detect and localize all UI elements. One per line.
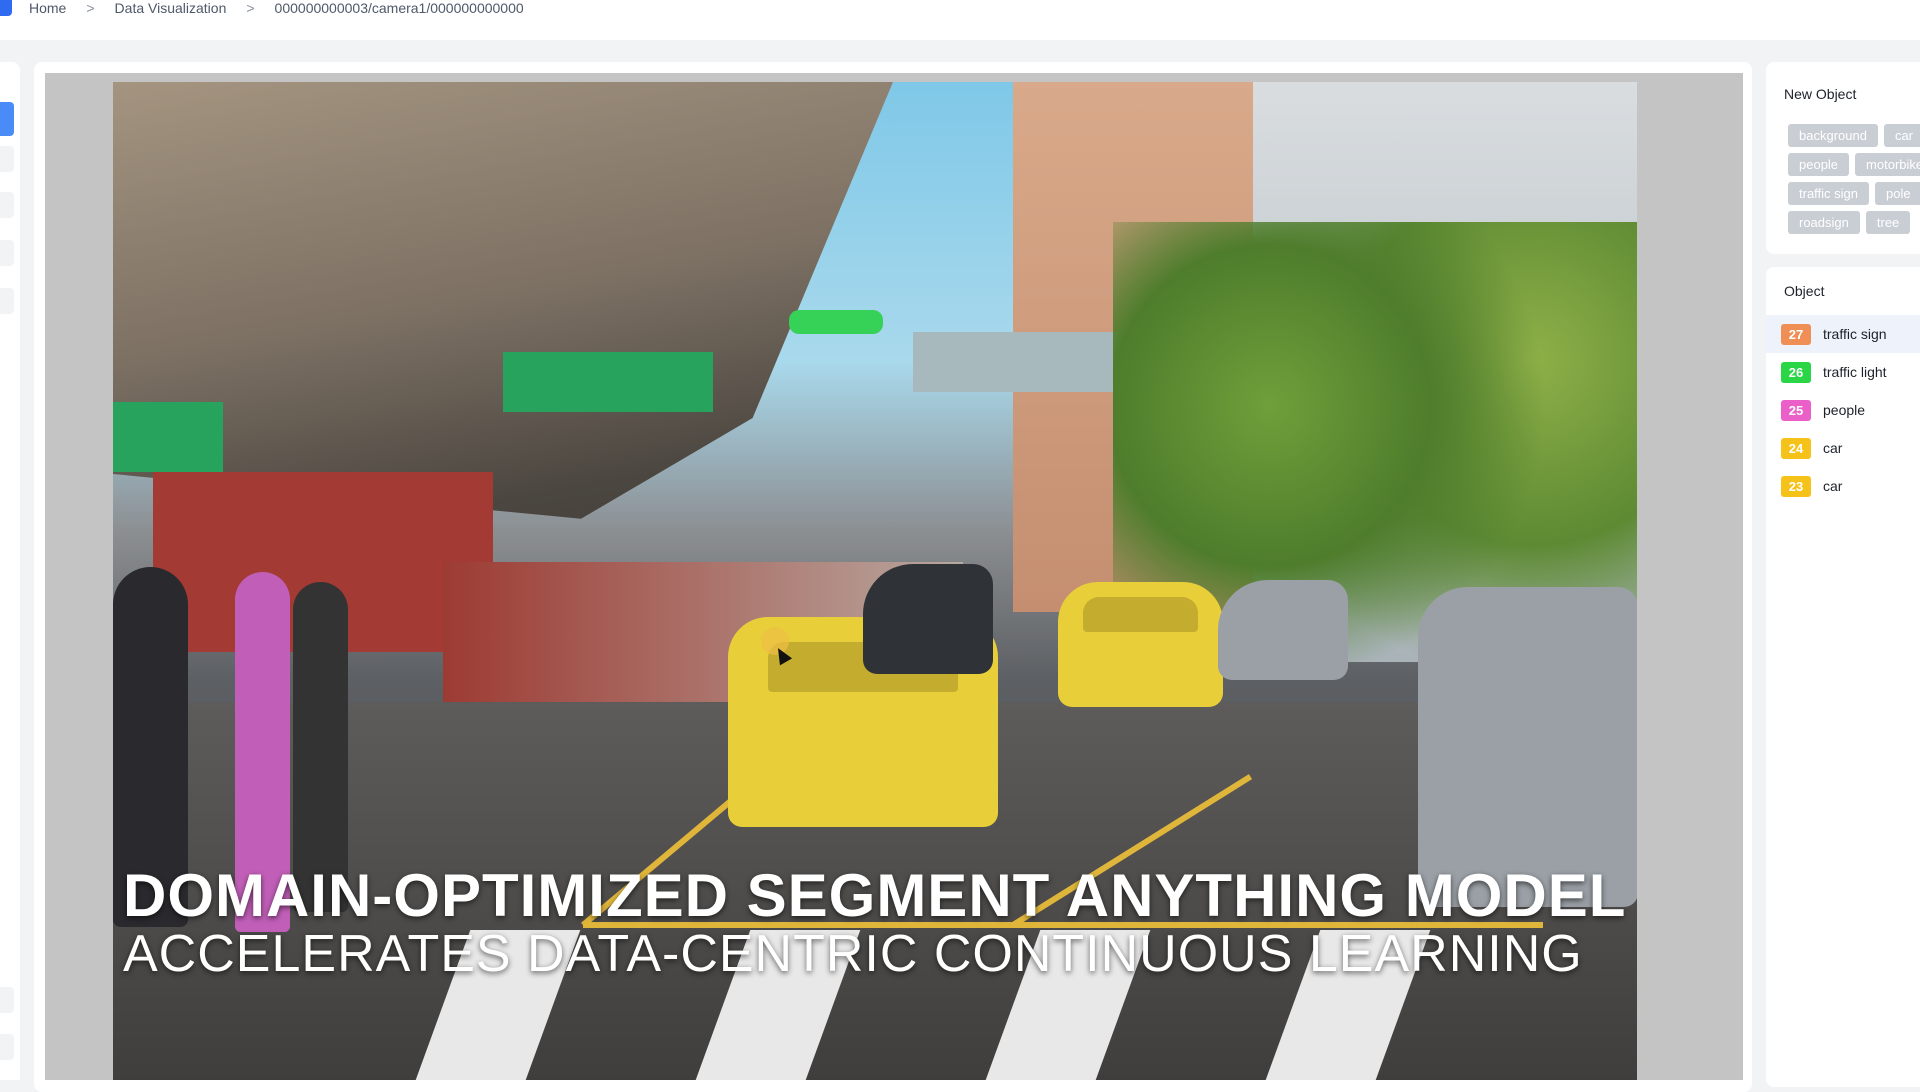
app-logo[interactable] (0, 0, 12, 16)
breadcrumb: Home > Data Visualization > 000000000003… (29, 0, 544, 16)
video-frame[interactable]: DOMAIN-OPTIMIZED SEGMENT ANYTHING MODEL … (113, 82, 1637, 1080)
tag-people[interactable]: people (1788, 153, 1850, 176)
object-title: Object (1784, 283, 1825, 299)
object-label: traffic light (1823, 364, 1887, 380)
left-panel-item[interactable] (0, 146, 14, 172)
left-panel-item[interactable] (0, 288, 14, 314)
left-panel (0, 62, 20, 1080)
object-label: car (1823, 440, 1843, 456)
car-mask (1058, 582, 1223, 707)
object-id-badge: 27 (1781, 323, 1811, 345)
top-bar: Home > Data Visualization > 000000000003… (0, 0, 1920, 40)
object-id-badge: 24 (1781, 437, 1811, 459)
left-panel-active-item[interactable] (0, 102, 14, 136)
overpass-beam (503, 352, 713, 412)
object-label: car (1823, 478, 1843, 494)
new-object-title: New Object (1784, 86, 1857, 102)
object-item[interactable]: 24 car (1766, 429, 1920, 467)
object-id-badge: 25 (1781, 399, 1811, 421)
left-panel-item[interactable] (0, 987, 14, 1013)
tag-motorbike[interactable]: motorbike (1855, 153, 1920, 176)
tag-traffic-sign[interactable]: traffic sign (1788, 182, 1870, 205)
object-item[interactable]: 25 people (1766, 391, 1920, 429)
chevron-right-icon: > (246, 0, 255, 16)
left-panel-item[interactable] (0, 192, 14, 218)
car (1218, 580, 1348, 680)
object-item[interactable]: 26 traffic light (1766, 353, 1920, 391)
car (863, 564, 993, 674)
class-tag-list: background car people motorbike traffic … (1788, 124, 1920, 234)
object-panel: Object 27 traffic sign 26 traffic light … (1766, 267, 1920, 1087)
overpass-beam (113, 402, 223, 472)
tag-car[interactable]: car (1883, 124, 1920, 147)
chevron-right-icon: > (86, 0, 95, 16)
tag-pole[interactable]: pole (1875, 182, 1920, 205)
object-id-badge: 26 (1781, 361, 1811, 383)
tag-background[interactable]: background (1788, 124, 1878, 147)
left-panel-item[interactable] (0, 1034, 14, 1060)
breadcrumb-current: 000000000003/camera1/000000000000 (274, 0, 524, 16)
video-title-line2: ACCELERATES DATA-CENTRIC CONTINUOUS LEAR… (123, 925, 1583, 983)
car (1418, 587, 1637, 907)
traffic-light-mask (789, 310, 883, 334)
video-title-line1: DOMAIN-OPTIMIZED SEGMENT ANYTHING MODEL (123, 862, 1627, 929)
bridge (913, 332, 1133, 392)
video-title-overlay: DOMAIN-OPTIMIZED SEGMENT ANYTHING MODEL … (123, 862, 1637, 983)
object-item[interactable]: 23 car (1766, 467, 1920, 505)
tag-roadsign[interactable]: roadsign (1788, 211, 1860, 234)
object-item[interactable]: 27 traffic sign (1766, 315, 1920, 353)
tag-tree[interactable]: tree (1865, 211, 1911, 234)
new-object-panel: New Object background car people motorbi… (1766, 62, 1920, 254)
object-label: traffic sign (1823, 326, 1887, 342)
breadcrumb-data-visualization[interactable]: Data Visualization (115, 0, 227, 16)
object-label: people (1823, 402, 1866, 418)
object-id-badge: 23 (1781, 475, 1811, 497)
breadcrumb-home[interactable]: Home (29, 0, 66, 16)
left-panel-item[interactable] (0, 240, 14, 266)
